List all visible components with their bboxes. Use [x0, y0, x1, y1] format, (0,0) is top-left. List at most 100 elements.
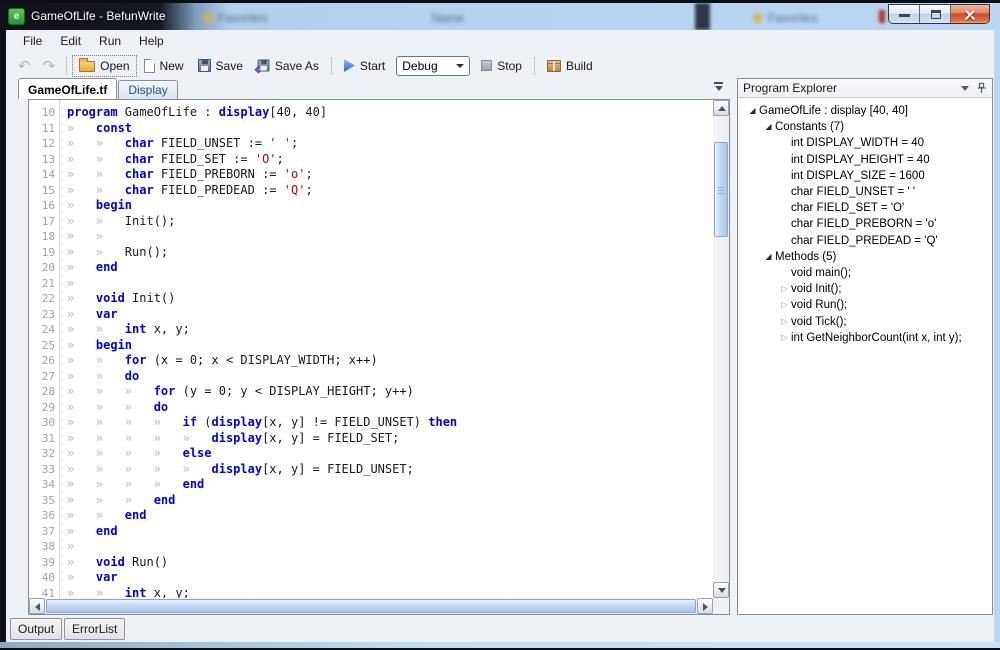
tab-display[interactable]: Display: [118, 80, 177, 99]
expander-open-icon[interactable]: ◢: [762, 123, 775, 131]
tree-item-label: char FIELD_PREDEAD = 'Q': [791, 235, 938, 247]
tree-item[interactable]: ▷int GetNeighborCount(int x, int y);: [738, 330, 992, 346]
tree-item[interactable]: ▷void Run();: [738, 297, 992, 313]
scroll-up-button[interactable]: [713, 100, 729, 116]
tree-item[interactable]: int DISPLAY_HEIGHT = 40: [738, 152, 992, 168]
line-number: 41: [29, 586, 59, 599]
tree-item[interactable]: char FIELD_PREDEAD = 'Q': [738, 233, 992, 249]
expander-closed-icon[interactable]: ▷: [778, 301, 791, 309]
output-tab-button[interactable]: Output: [10, 618, 62, 640]
close-button[interactable]: [951, 5, 989, 24]
code-area[interactable]: program GameOfLife : display[40, 40]» co…: [61, 100, 713, 598]
code-line: » begin: [67, 198, 713, 214]
background-window-edge: [695, 3, 710, 30]
panel-menu-chevron-icon[interactable]: [961, 86, 969, 91]
code-line: » var: [67, 307, 713, 323]
pin-icon[interactable]: [976, 82, 987, 94]
stop-button[interactable]: Stop: [474, 55, 529, 77]
open-button[interactable]: Open: [72, 55, 136, 77]
tree-item[interactable]: int DISPLAY_WIDTH = 40: [738, 135, 992, 151]
save-icon: [198, 59, 211, 72]
tab-menu-chevron-icon[interactable]: [714, 82, 723, 91]
play-icon: [344, 59, 355, 72]
line-number: 35: [29, 493, 59, 509]
tree-item[interactable]: void main();: [738, 265, 992, 281]
background-favorites-star-icon: [753, 13, 762, 22]
program-explorer-title: Program Explorer: [743, 81, 837, 95]
arrow-up-icon: [718, 106, 726, 111]
expander-closed-icon[interactable]: ▷: [778, 285, 791, 293]
background-favorites-label: Favorites: [768, 11, 817, 25]
menu-edit[interactable]: Edit: [51, 31, 90, 51]
tree-item[interactable]: char FIELD_SET = 'O': [738, 200, 992, 216]
code-editor: 1011121314151617181920212223242526272829…: [28, 99, 730, 615]
bottom-tool-strip: Output ErrorList: [6, 615, 994, 642]
tab-gameoflife-tf[interactable]: GameOfLife.tf: [18, 78, 117, 99]
minimize-button[interactable]: [889, 5, 920, 24]
background-favorites-label: Favorites: [218, 11, 267, 25]
tree-item[interactable]: char FIELD_UNSET = ' ': [738, 184, 992, 200]
tree-item[interactable]: ▷void Init();: [738, 281, 992, 297]
maximize-button[interactable]: [920, 5, 951, 24]
line-number: 20: [29, 260, 59, 276]
start-button[interactable]: Start: [337, 55, 392, 77]
tree-item-label: Constants (7): [775, 121, 844, 133]
tree-item-label: GameOfLife : display [40, 40]: [759, 105, 908, 117]
undo-button[interactable]: ↶: [12, 57, 37, 75]
app-icon[interactable]: e: [8, 8, 25, 25]
debug-mode-combobox[interactable]: Debug: [396, 56, 470, 76]
code-line: »: [67, 276, 713, 292]
titlebar[interactable]: e GameOfLife - BefunWrite Favorites Name…: [0, 3, 1000, 30]
code-line: » void Run(): [67, 555, 713, 571]
line-number: 26: [29, 353, 59, 369]
line-number: 29: [29, 400, 59, 416]
scroll-left-button[interactable]: [29, 598, 45, 614]
scroll-right-button[interactable]: [697, 598, 713, 614]
horizontal-scrollbar[interactable]: [29, 598, 713, 614]
code-line: » » char FIELD_SET := 'O';: [67, 152, 713, 168]
line-number: 24: [29, 322, 59, 338]
errorlist-tab-button[interactable]: ErrorList: [64, 618, 125, 640]
code-line: » var: [67, 570, 713, 586]
line-number: 18: [29, 229, 59, 245]
program-explorer-header: Program Explorer: [738, 79, 992, 98]
tree-item[interactable]: char FIELD_PREBORN = 'o': [738, 216, 992, 232]
program-explorer-tree: ◢GameOfLife : display [40, 40]◢Constants…: [738, 99, 992, 614]
horizontal-scrollbar-thumb[interactable]: [46, 599, 696, 613]
save-button[interactable]: Save: [191, 55, 250, 77]
redo-button[interactable]: ↷: [37, 57, 62, 75]
tree-item[interactable]: ◢GameOfLife : display [40, 40]: [738, 103, 992, 119]
arrow-left-icon: [35, 603, 40, 611]
menu-file[interactable]: File: [14, 31, 51, 51]
tree-item[interactable]: ◢Constants (7): [738, 119, 992, 135]
tree-item[interactable]: int DISPLAY_SIZE = 1600: [738, 168, 992, 184]
code-line: » » Run();: [67, 245, 713, 261]
tree-item[interactable]: ▷void Tick();: [738, 313, 992, 329]
tree-item[interactable]: ◢Methods (5): [738, 249, 992, 265]
build-button[interactable]: Build: [540, 55, 600, 77]
tree-item-label: char FIELD_PREBORN = 'o': [791, 218, 936, 230]
menu-run[interactable]: Run: [90, 31, 130, 51]
expander-closed-icon[interactable]: ▷: [778, 334, 791, 342]
line-number: 34: [29, 477, 59, 493]
expander-closed-icon[interactable]: ▷: [778, 318, 791, 326]
expander-open-icon[interactable]: ◢: [746, 107, 759, 115]
code-line: » end: [67, 260, 713, 276]
tree-item-label: char FIELD_UNSET = ' ': [791, 186, 915, 198]
vertical-scrollbar-thumb[interactable]: [714, 142, 728, 237]
save-as-button[interactable]: Save As: [250, 55, 326, 77]
code-line: » » char FIELD_PREDEAD := 'Q';: [67, 183, 713, 199]
code-line: » begin: [67, 338, 713, 354]
tree-item-label: void main();: [791, 267, 851, 279]
line-number: 30: [29, 415, 59, 431]
tree-item-label: Methods (5): [775, 251, 836, 263]
code-line: » » int x, y;: [67, 586, 713, 599]
new-button[interactable]: New: [137, 55, 191, 77]
expander-open-icon[interactable]: ◢: [762, 253, 775, 261]
line-number: 16: [29, 198, 59, 214]
scroll-down-button[interactable]: [713, 582, 729, 598]
menu-help[interactable]: Help: [130, 31, 173, 51]
toolbar-separator: [534, 57, 535, 75]
panel-splitter[interactable]: [730, 78, 737, 615]
vertical-scrollbar[interactable]: [713, 100, 729, 598]
